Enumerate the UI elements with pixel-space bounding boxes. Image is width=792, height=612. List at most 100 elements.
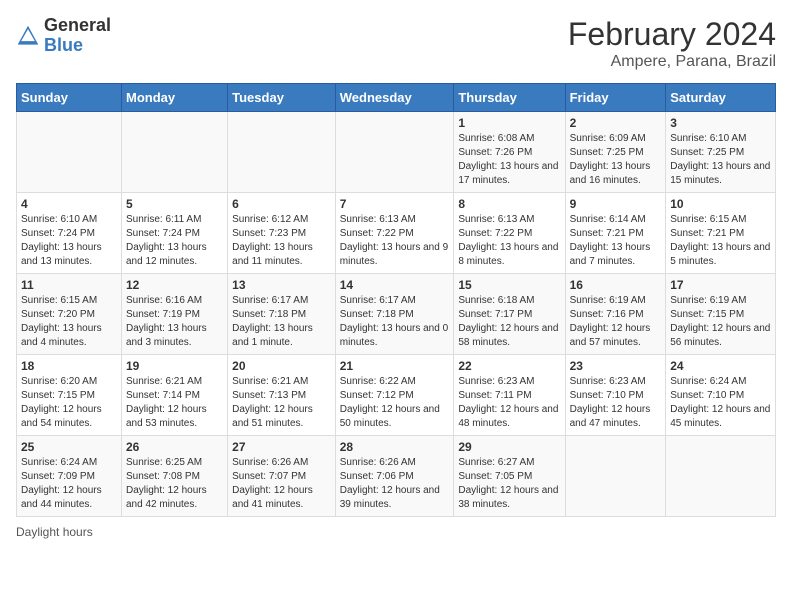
day-number: 15 <box>458 278 560 292</box>
day-number: 11 <box>21 278 117 292</box>
calendar-day <box>666 436 776 517</box>
calendar-day <box>17 112 122 193</box>
day-info: Sunrise: 6:14 AMSunset: 7:21 PMDaylight:… <box>570 213 662 269</box>
day-number: 28 <box>340 440 450 454</box>
day-number: 29 <box>458 440 560 454</box>
calendar-day: 13 Sunrise: 6:17 AMSunset: 7:18 PMDayligh… <box>228 274 336 355</box>
day-header-monday: Monday <box>121 84 227 112</box>
day-number: 24 <box>670 359 771 373</box>
day-number: 18 <box>21 359 117 373</box>
day-number: 22 <box>458 359 560 373</box>
calendar-day: 12 Sunrise: 6:16 AMSunset: 7:19 PMDayligh… <box>121 274 227 355</box>
calendar-day <box>565 436 666 517</box>
day-info: Sunrise: 6:20 AMSunset: 7:15 PMDaylight:… <box>21 375 117 431</box>
day-number: 20 <box>232 359 331 373</box>
calendar-day: 21 Sunrise: 6:22 AMSunset: 7:12 PMDayligh… <box>335 355 454 436</box>
day-info: Sunrise: 6:10 AMSunset: 7:24 PMDaylight:… <box>21 213 117 269</box>
day-header-friday: Friday <box>565 84 666 112</box>
day-info: Sunrise: 6:13 AMSunset: 7:22 PMDaylight:… <box>458 213 560 269</box>
day-header-thursday: Thursday <box>454 84 565 112</box>
day-info: Sunrise: 6:23 AMSunset: 7:10 PMDaylight:… <box>570 375 662 431</box>
calendar-day: 19 Sunrise: 6:21 AMSunset: 7:14 PMDayligh… <box>121 355 227 436</box>
subtitle: Ampere, Parana, Brazil <box>568 53 776 71</box>
day-number: 26 <box>126 440 223 454</box>
calendar-day: 5 Sunrise: 6:11 AMSunset: 7:24 PMDaylight… <box>121 193 227 274</box>
calendar-day: 28 Sunrise: 6:26 AMSunset: 7:06 PMDayligh… <box>335 436 454 517</box>
logo: General Blue <box>16 16 111 56</box>
day-number: 21 <box>340 359 450 373</box>
day-number: 7 <box>340 197 450 211</box>
day-number: 27 <box>232 440 331 454</box>
calendar-day: 24 Sunrise: 6:24 AMSunset: 7:10 PMDayligh… <box>666 355 776 436</box>
calendar-day: 8 Sunrise: 6:13 AMSunset: 7:22 PMDaylight… <box>454 193 565 274</box>
day-info: Sunrise: 6:24 AMSunset: 7:10 PMDaylight:… <box>670 375 771 431</box>
calendar-day <box>228 112 336 193</box>
day-number: 25 <box>21 440 117 454</box>
calendar-week-4: 18 Sunrise: 6:20 AMSunset: 7:15 PMDayligh… <box>17 355 776 436</box>
calendar-day: 10Sunrise: 6:15 AMSunset: 7:21 PMDayligh… <box>666 193 776 274</box>
calendar-day <box>335 112 454 193</box>
title-area: February 2024 Ampere, Parana, Brazil <box>568 16 776 71</box>
day-number: 8 <box>458 197 560 211</box>
calendar-day: 4Sunrise: 6:10 AMSunset: 7:24 PMDaylight… <box>17 193 122 274</box>
day-info: Sunrise: 6:17 AMSunset: 7:18 PMDaylight:… <box>232 294 331 350</box>
calendar-day <box>121 112 227 193</box>
day-number: 14 <box>340 278 450 292</box>
calendar-day: 17 Sunrise: 6:19 AMSunset: 7:15 PMDayligh… <box>666 274 776 355</box>
calendar-day: 7Sunrise: 6:13 AMSunset: 7:22 PMDaylight… <box>335 193 454 274</box>
day-number: 23 <box>570 359 662 373</box>
day-header-sunday: Sunday <box>17 84 122 112</box>
day-number: 19 <box>126 359 223 373</box>
calendar-day: 23 Sunrise: 6:23 AMSunset: 7:10 PMDayligh… <box>565 355 666 436</box>
day-info: Sunrise: 6:12 AMSunset: 7:23 PMDaylight:… <box>232 213 331 269</box>
calendar-day: 1 Sunrise: 6:08 AMSunset: 7:26 PMDaylight… <box>454 112 565 193</box>
header-row: SundayMondayTuesdayWednesdayThursdayFrid… <box>17 84 776 112</box>
day-info: Sunrise: 6:26 AMSunset: 7:07 PMDaylight:… <box>232 456 331 512</box>
calendar-day: 11 Sunrise: 6:15 AMSunset: 7:20 PMDayligh… <box>17 274 122 355</box>
calendar-week-3: 11 Sunrise: 6:15 AMSunset: 7:20 PMDayligh… <box>17 274 776 355</box>
calendar-day: 9Sunrise: 6:14 AMSunset: 7:21 PMDaylight… <box>565 193 666 274</box>
logo-text: General Blue <box>44 16 111 56</box>
day-info: Sunrise: 6:26 AMSunset: 7:06 PMDaylight:… <box>340 456 450 512</box>
day-number: 6 <box>232 197 331 211</box>
calendar-day: 14 Sunrise: 6:17 AMSunset: 7:18 PMDayligh… <box>335 274 454 355</box>
calendar-day: 16Sunrise: 6:19 AMSunset: 7:16 PMDayligh… <box>565 274 666 355</box>
day-number: 16 <box>570 278 662 292</box>
day-info: Sunrise: 6:11 AMSunset: 7:24 PMDaylight:… <box>126 213 223 269</box>
day-info: Sunrise: 6:16 AMSunset: 7:19 PMDaylight:… <box>126 294 223 350</box>
day-info: Sunrise: 6:17 AMSunset: 7:18 PMDaylight:… <box>340 294 450 350</box>
day-info: Sunrise: 6:09 AMSunset: 7:25 PMDaylight:… <box>570 132 662 188</box>
day-info: Sunrise: 6:10 AMSunset: 7:25 PMDaylight:… <box>670 132 771 188</box>
calendar-week-2: 4Sunrise: 6:10 AMSunset: 7:24 PMDaylight… <box>17 193 776 274</box>
day-number: 5 <box>126 197 223 211</box>
day-header-wednesday: Wednesday <box>335 84 454 112</box>
day-info: Sunrise: 6:27 AMSunset: 7:05 PMDaylight:… <box>458 456 560 512</box>
day-number: 1 <box>458 116 560 130</box>
day-info: Sunrise: 6:08 AMSunset: 7:26 PMDaylight:… <box>458 132 560 188</box>
day-info: Sunrise: 6:18 AMSunset: 7:17 PMDaylight:… <box>458 294 560 350</box>
day-number: 13 <box>232 278 331 292</box>
day-number: 12 <box>126 278 223 292</box>
calendar-day: 27 Sunrise: 6:26 AMSunset: 7:07 PMDayligh… <box>228 436 336 517</box>
calendar-day: 20 Sunrise: 6:21 AMSunset: 7:13 PMDayligh… <box>228 355 336 436</box>
day-info: Sunrise: 6:15 AMSunset: 7:21 PMDaylight:… <box>670 213 771 269</box>
day-info: Sunrise: 6:23 AMSunset: 7:11 PMDaylight:… <box>458 375 560 431</box>
calendar-day: 22 Sunrise: 6:23 AMSunset: 7:11 PMDayligh… <box>454 355 565 436</box>
calendar-day: 3Sunrise: 6:10 AMSunset: 7:25 PMDaylight… <box>666 112 776 193</box>
day-info: Sunrise: 6:21 AMSunset: 7:14 PMDaylight:… <box>126 375 223 431</box>
day-info: Sunrise: 6:21 AMSunset: 7:13 PMDaylight:… <box>232 375 331 431</box>
calendar-day: 18 Sunrise: 6:20 AMSunset: 7:15 PMDayligh… <box>17 355 122 436</box>
calendar-day: 6 Sunrise: 6:12 AMSunset: 7:23 PMDaylight… <box>228 193 336 274</box>
day-info: Sunrise: 6:15 AMSunset: 7:20 PMDaylight:… <box>21 294 117 350</box>
day-header-saturday: Saturday <box>666 84 776 112</box>
day-info: Sunrise: 6:22 AMSunset: 7:12 PMDaylight:… <box>340 375 450 431</box>
calendar-day: 29 Sunrise: 6:27 AMSunset: 7:05 PMDayligh… <box>454 436 565 517</box>
day-info: Sunrise: 6:19 AMSunset: 7:15 PMDaylight:… <box>670 294 771 350</box>
day-info: Sunrise: 6:25 AMSunset: 7:08 PMDaylight:… <box>126 456 223 512</box>
main-title: February 2024 <box>568 16 776 53</box>
logo-blue: Blue <box>44 36 111 56</box>
calendar-day: 15 Sunrise: 6:18 AMSunset: 7:17 PMDayligh… <box>454 274 565 355</box>
day-number: 17 <box>670 278 771 292</box>
logo-icon <box>16 24 40 48</box>
calendar-day: 26 Sunrise: 6:25 AMSunset: 7:08 PMDayligh… <box>121 436 227 517</box>
